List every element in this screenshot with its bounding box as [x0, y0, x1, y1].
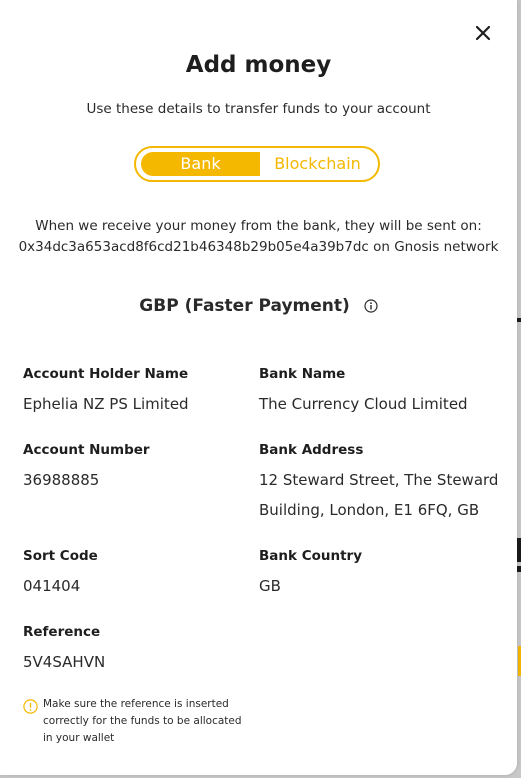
sort-code-value: 041404 [23, 577, 81, 595]
bank-name-value: The Currency Cloud Limited [259, 395, 468, 413]
transfer-method-toggle: Bank Blockchain [134, 146, 380, 182]
account-number-label: Account Number [23, 442, 150, 458]
info-icon[interactable] [364, 298, 378, 318]
modal-subtitle: Use these details to transfer funds to y… [86, 101, 431, 117]
notice-text: When we receive your money from the bank… [35, 218, 482, 234]
warning-line: Make sure the reference is inserted [43, 698, 229, 710]
account-holder-label: Account Holder Name [23, 366, 189, 382]
account-holder-value: Ephelia NZ PS Limited [23, 395, 189, 413]
background-edge [517, 566, 521, 572]
modal-title: Add money [185, 52, 332, 78]
background-edge [517, 538, 521, 562]
close-button[interactable] [472, 22, 494, 44]
warning-text: Make sure the reference is inserted corr… [43, 696, 243, 747]
tab-blockchain[interactable]: Blockchain [260, 152, 375, 176]
bank-address-line2: Building, London, E1 6FQ, GB [259, 501, 480, 519]
warning-line: in your wallet [43, 732, 115, 744]
close-icon [475, 25, 491, 41]
bank-name-label: Bank Name [259, 366, 346, 382]
bank-country-value: GB [259, 577, 281, 595]
bank-address-line1: 12 Steward Street, The Steward [259, 471, 499, 489]
background-edge [517, 318, 521, 322]
reference-value: 5V4SAHVN [23, 653, 106, 671]
tab-bank[interactable]: Bank [141, 152, 260, 176]
wallet-address: 0x34dc3a653acd8f6cd21b46348b29b05e4a39b7… [18, 239, 499, 255]
warning-icon [23, 699, 38, 718]
sort-code-label: Sort Code [23, 548, 98, 564]
currency-heading: GBP (Faster Payment) [0, 296, 517, 318]
bank-country-label: Bank Country [259, 548, 363, 564]
add-money-modal: Add money Use these details to transfer … [0, 0, 517, 775]
bank-address-label: Bank Address [259, 442, 364, 458]
reference-label: Reference [23, 624, 101, 640]
currency-heading-text: GBP (Faster Payment) [139, 296, 350, 316]
account-number-value: 36988885 [23, 471, 100, 489]
warning-line: correctly for the funds to be allocated [43, 715, 242, 727]
